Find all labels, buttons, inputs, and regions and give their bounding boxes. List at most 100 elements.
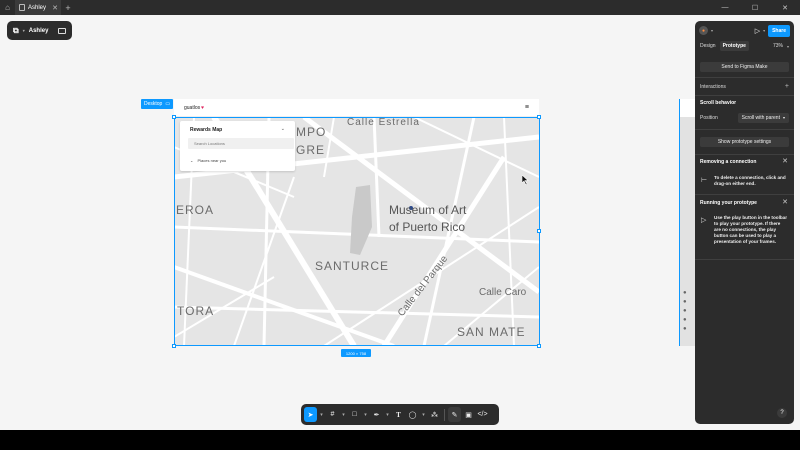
toggle-panel-icon[interactable]: [58, 27, 66, 34]
map-label-mpo: MPO: [296, 125, 327, 139]
move-tool-icon[interactable]: ➤: [304, 407, 317, 422]
chevron-down-icon[interactable]: ▾: [787, 44, 789, 49]
logo-mark-icon: ♥: [201, 104, 205, 111]
panel-divider: [695, 129, 794, 130]
bottom-toolbar: ➤ ▾ # ▾ □ ▾ ✒ ▾ T ◯ ▾ ⁂ ✎ ▣ </>: [301, 404, 499, 425]
panel-divider: [695, 154, 794, 155]
window-close-button[interactable]: ✕: [772, 0, 798, 15]
rewards-map-title: Rewards Map: [190, 127, 223, 133]
resize-handle-bl[interactable]: [172, 344, 176, 348]
panel-divider: [695, 259, 794, 260]
map-label-san-mate: SAN MATE: [457, 325, 526, 339]
panel-divider: [695, 194, 794, 195]
frame-tool-icon[interactable]: #: [326, 407, 339, 422]
home-icon[interactable]: ⌂: [0, 0, 15, 15]
interactions-row: Interactions +: [700, 83, 789, 90]
tab-design[interactable]: Design: [700, 43, 716, 49]
prototype-mode-icon[interactable]: ▣: [462, 407, 475, 422]
panel-tabs: Design Prototype 73% ▾: [695, 40, 794, 52]
removing-connection-title: Removing a connection: [700, 159, 757, 165]
properties-panel: ● ▾ ▷ ▾ Share Design Prototype 73% ▾ Sen…: [695, 21, 794, 424]
map-label-santurce: SANTURCE: [315, 259, 390, 273]
chevron-down-icon: ⌄: [190, 158, 194, 163]
frame-tool-chevron-icon[interactable]: ▾: [340, 407, 347, 422]
rewards-map-panel: Rewards Map ⌄ Search Locations ⌄ Places …: [180, 121, 295, 171]
interactions-label: Interactions: [700, 83, 726, 90]
resize-handle-tl[interactable]: [172, 115, 176, 119]
desktop-badge[interactable]: Desktop ▭: [141, 99, 173, 109]
file-tab[interactable]: Ashley ✕: [15, 0, 61, 15]
comment-tool-icon[interactable]: ◯: [406, 407, 419, 422]
dev-mode-icon[interactable]: </>: [476, 407, 489, 422]
file-menu-pill[interactable]: ⧉ ▾ Ashley: [7, 21, 72, 40]
rectangle-tool-icon[interactable]: □: [348, 407, 361, 422]
site-logo: guatlos: [184, 104, 201, 111]
design-mode-icon[interactable]: ✎: [448, 407, 461, 422]
device-icon: ▭: [165, 101, 171, 107]
send-to-figma-make-button[interactable]: Send to Figma Make: [700, 62, 789, 72]
map-label-calle-estrella: Calle Estrella: [347, 117, 420, 128]
desktop-badge-label: Desktop: [144, 101, 163, 107]
connection-icon: ⊢: [701, 177, 708, 184]
running-prototype-title: Running your prototype: [700, 200, 757, 206]
map-label-museum-line2: of Puerto Rico: [389, 220, 466, 234]
shape-tool-chevron-icon[interactable]: ▾: [362, 407, 369, 422]
share-button[interactable]: Share: [768, 24, 790, 37]
close-icon[interactable]: ✕: [782, 157, 788, 165]
map-area[interactable]: Calle Estrella MPO GRE Museum of Art of …: [174, 117, 539, 346]
position-value: Scroll with parent: [741, 115, 780, 121]
zoom-level[interactable]: 73%: [773, 43, 783, 49]
resize-handle-tr[interactable]: [537, 115, 541, 119]
comment-tool-chevron-icon[interactable]: ▾: [420, 407, 427, 422]
social-icons: ● ● ● ● ●: [683, 290, 687, 332]
pen-tool-icon[interactable]: ✒: [370, 407, 383, 422]
panel-divider: [695, 77, 794, 78]
window-minimize-button[interactable]: —: [712, 0, 738, 15]
scroll-behavior-heading: Scroll behavior: [700, 100, 737, 106]
play-icon[interactable]: ▷: [755, 27, 760, 35]
hamburger-menu-icon[interactable]: ≡: [525, 104, 529, 111]
places-near-you[interactable]: ⌄ Places near you: [190, 158, 226, 163]
map-label-calle-caro: Calle Caro: [479, 287, 527, 298]
window-maximize-button[interactable]: ☐: [742, 0, 768, 15]
chevron-down-icon[interactable]: ▾: [711, 28, 713, 33]
toolbar-divider: [444, 408, 445, 421]
show-prototype-settings-button[interactable]: Show prototype settings: [700, 137, 789, 147]
search-locations-input[interactable]: Search Locations: [188, 138, 294, 149]
text-tool-icon[interactable]: T: [392, 407, 405, 422]
figma-logo-icon[interactable]: ⧉: [13, 26, 19, 36]
map-label-gre: GRE: [296, 143, 326, 157]
figma-window: ⌂ Ashley ✕ + — ☐ ✕ ⧉ ▾ Ashley Desktop ▭ …: [0, 0, 800, 430]
taskbar-strip: [0, 430, 800, 450]
add-interaction-icon[interactable]: +: [785, 83, 789, 90]
pen-tool-chevron-icon[interactable]: ▾: [384, 407, 391, 422]
chevron-down-icon[interactable]: ▾: [763, 28, 765, 33]
position-select[interactable]: Scroll with parent ▾: [737, 113, 789, 123]
move-tool-chevron-icon[interactable]: ▾: [318, 407, 325, 422]
desktop-frame[interactable]: guatlos ♥ ≡ Calle Estrella MPO GRE Museu…: [174, 99, 539, 346]
panel-divider: [695, 95, 794, 96]
frame-size-badge: 1200 × 758: [341, 349, 371, 357]
close-icon[interactable]: ✕: [782, 198, 788, 206]
user-avatar[interactable]: ●: [699, 26, 708, 35]
connection-handle-right[interactable]: [537, 229, 541, 233]
new-tab-icon[interactable]: +: [61, 3, 75, 13]
help-button[interactable]: ?: [777, 408, 787, 418]
running-prototype-text: Use the play button in the toolbar to pl…: [714, 215, 787, 244]
file-name: Ashley: [28, 27, 49, 34]
resize-handle-br[interactable]: [537, 344, 541, 348]
position-row: Position Scroll with parent ▾: [700, 113, 789, 123]
tab-prototype[interactable]: Prototype: [719, 41, 749, 51]
places-near-label: Places near you: [197, 158, 227, 163]
close-tab-icon[interactable]: ✕: [52, 4, 58, 12]
position-label: Position: [700, 115, 718, 121]
map-label-tora: TORA: [177, 304, 215, 318]
map-label-eroa: EROA: [176, 203, 215, 217]
chevron-down-icon[interactable]: ⌄: [281, 126, 285, 132]
title-bar: ⌂ Ashley ✕ + — ☐ ✕: [0, 0, 800, 15]
site-header: guatlos ♥ ≡: [174, 99, 539, 117]
actions-tool-icon[interactable]: ⁂: [428, 407, 441, 422]
play-icon: ▷: [701, 217, 707, 224]
file-icon: [19, 4, 25, 11]
removing-connection-text: To delete a connection, click and drag-o…: [714, 175, 786, 186]
